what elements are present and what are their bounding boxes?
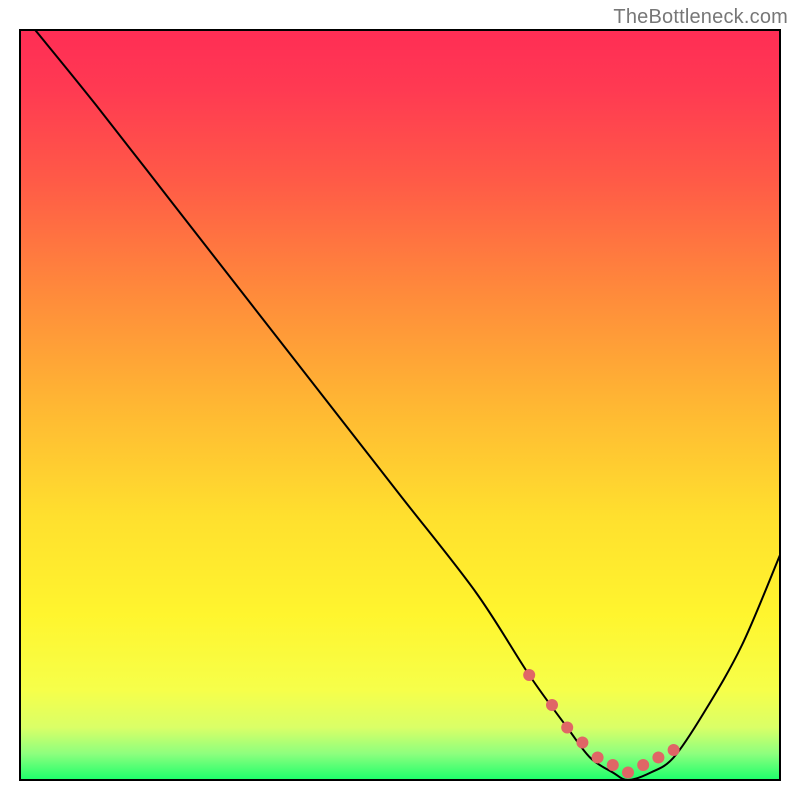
highlight-dot: [523, 669, 535, 681]
highlight-dot: [592, 752, 604, 764]
chart-container: TheBottleneck.com: [0, 0, 800, 800]
highlight-dot: [622, 767, 634, 779]
highlight-dot: [668, 744, 680, 756]
highlight-dot: [576, 737, 588, 749]
highlight-dot: [637, 759, 649, 771]
highlight-dot: [546, 699, 558, 711]
bottleneck-chart: [0, 0, 800, 800]
gradient-background: [20, 30, 780, 780]
highlight-dot: [561, 722, 573, 734]
highlight-dot: [607, 759, 619, 771]
watermark-text: TheBottleneck.com: [613, 6, 788, 29]
highlight-dot: [652, 752, 664, 764]
